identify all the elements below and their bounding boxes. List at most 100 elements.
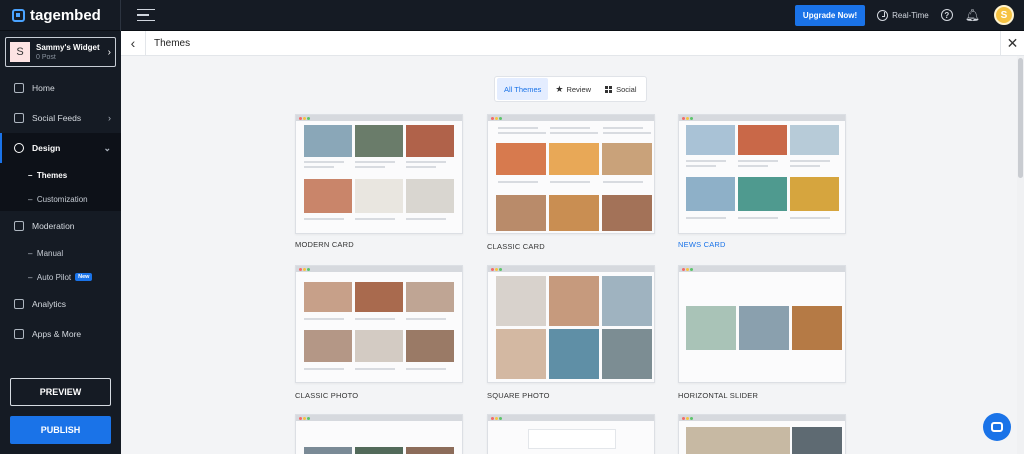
help-icon[interactable]: ? [940,9,953,21]
preview-photo [496,195,546,231]
preview-photo [738,125,787,155]
real-time-label: Real-Time [892,10,929,20]
home-icon [14,83,24,93]
sidebar-item-label: Themes [36,170,68,180]
chevron-down-icon: ⌄ [103,142,111,153]
sidebar-item-label: Analytics [32,299,67,309]
preview-photo [602,195,652,231]
preview-photo [304,330,352,362]
tab-label: Review [566,84,592,94]
theme-card-partial[interactable] [678,414,846,454]
sidebar-item-social-feeds[interactable]: Social Feeds › [0,103,121,133]
tab-label: Social [616,84,637,94]
theme-name-news-card[interactable]: NEWS CARD [678,240,726,249]
preview-photo [792,427,842,454]
star-icon: ★ [555,83,564,94]
theme-filter-tabs: All Themes ★ Review Social [494,76,647,102]
sidebar-item-label: Moderation [32,221,75,231]
sidebar: S Sammy's Widget 0 Post › Home Social Fe… [0,31,121,454]
tab-social[interactable]: Social [598,78,643,100]
widget-selector[interactable]: S Sammy's Widget 0 Post › [5,37,116,67]
apps-icon [14,329,24,339]
theme-card-partial[interactable] [295,414,463,454]
sidebar-item-label: Social Feeds [32,113,82,123]
logo-icon [12,8,25,22]
chevron-right-icon: › [107,46,111,58]
sidebar-item-customization[interactable]: – Customization [0,187,121,211]
preview-photo [406,179,454,213]
grid-icon [605,85,613,93]
preview-photo [355,282,403,312]
theme-card-news-card[interactable] [678,114,846,234]
preview-photo [496,143,546,175]
theme-name-classic-card[interactable]: CLASSIC CARD [487,242,545,251]
moderation-icon [14,221,24,231]
preview-photo [406,125,454,157]
preview-photo [304,179,352,213]
real-time-button[interactable]: Real-Time [877,9,929,21]
chevron-left-icon: ‹ [130,35,136,51]
preview-button[interactable]: PREVIEW [10,378,111,406]
back-button[interactable]: ‹ [121,30,146,56]
preview-photo [355,330,403,362]
publish-button[interactable]: PUBLISH [10,416,111,444]
preview-photo [304,125,352,157]
close-button[interactable]: ✕ [1000,30,1024,56]
theme-name-square-photo[interactable]: SQUARE PHOTO [487,391,550,400]
sidebar-item-manual[interactable]: – Manual [0,241,121,265]
widget-avatar: S [10,42,30,62]
theme-name-classic-photo[interactable]: CLASSIC PHOTO [295,391,358,400]
widget-name: Sammy's Widget [36,42,100,52]
chevron-right-icon: › [108,113,111,123]
top-bar: tagembed Upgrade Now! Real-Time ? 🔔︎ S [0,0,1024,31]
preview-photo [549,329,599,379]
preview-photo [304,447,352,454]
drop-icon [14,143,24,153]
theme-name-modern-card[interactable]: MODERN CARD [295,240,354,249]
preview-photo [738,177,787,211]
preview-photo [549,276,599,326]
sidebar-item-home[interactable]: Home [0,73,121,103]
analytics-icon [14,299,24,309]
tab-all-themes[interactable]: All Themes [497,78,549,100]
theme-card-partial[interactable] [487,414,655,454]
preview-photo [355,125,403,157]
preview-photo [496,329,546,379]
preview-photo [686,177,735,211]
sidebar-item-label: Apps & More [32,329,82,339]
theme-card-square-photo[interactable] [487,265,655,383]
sidebar-item-auto-pilot[interactable]: – Auto Pilot New [0,265,121,289]
bell-icon[interactable]: 🔔︎ [965,8,980,22]
preview-photo [739,306,789,350]
preview-photo [602,276,652,326]
theme-card-horizontal-slider[interactable] [678,265,846,383]
preview-photo [686,427,790,454]
chat-icon [991,422,1003,432]
sidebar-item-label: Manual [36,248,64,258]
preview-post [528,429,616,449]
preview-photo [549,143,599,175]
preview-photo [549,195,599,231]
sidebar-item-themes[interactable]: – Themes [0,163,121,187]
preview-photo [406,447,454,454]
logo-text: tagembed [30,6,101,24]
preview-photo [406,330,454,362]
user-avatar[interactable]: S [994,5,1014,25]
theme-card-classic-photo[interactable] [295,265,463,383]
preview-photo [686,125,735,155]
preview-photo [496,276,546,326]
theme-card-classic-card[interactable] [487,114,655,234]
hamburger-menu-icon[interactable] [137,8,155,22]
theme-name-horizontal-slider[interactable]: HORIZONTAL SLIDER [678,391,758,400]
theme-card-modern-card[interactable] [295,114,463,234]
sidebar-item-apps-more[interactable]: Apps & More [0,319,121,349]
chat-button[interactable] [983,413,1011,441]
sidebar-item-analytics[interactable]: Analytics [0,289,121,319]
upgrade-now-button[interactable]: Upgrade Now! [794,4,866,26]
sidebar-item-design[interactable]: Design ⌄ [0,133,121,163]
preview-photo [602,329,652,379]
tab-review[interactable]: ★ Review [548,78,598,100]
sidebar-item-moderation[interactable]: Moderation [0,211,121,241]
tagembed-logo[interactable]: tagembed [0,0,121,31]
scrollbar-thumb[interactable] [1018,58,1023,178]
